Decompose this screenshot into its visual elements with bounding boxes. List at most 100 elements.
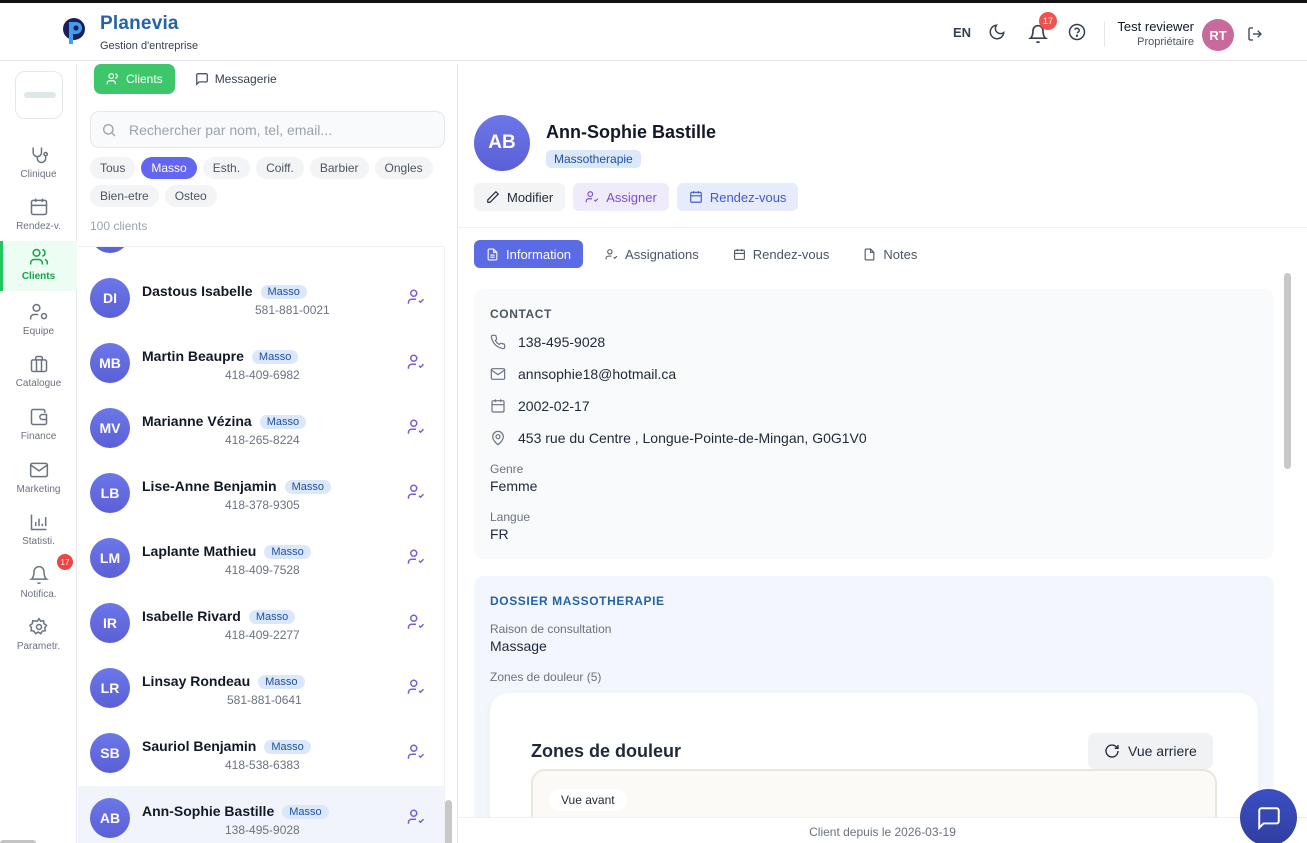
stethoscope-icon xyxy=(31,147,48,164)
filter-bien-etre[interactable]: Bien-etre xyxy=(90,185,159,207)
calendar-icon xyxy=(491,399,505,413)
nav-label: Parametr. xyxy=(16,641,61,652)
assign-user-icon[interactable] xyxy=(407,678,425,696)
client-phone: 418-409-7528 xyxy=(225,563,300,577)
tab-assignations[interactable]: Assignations xyxy=(593,240,711,268)
nav-item-equipe[interactable]: Equipe xyxy=(0,296,77,346)
filter-osteo[interactable]: Osteo xyxy=(164,185,217,207)
edit-button[interactable]: Modifier xyxy=(474,183,566,211)
rear-view-label: Vue arriere xyxy=(1128,743,1197,759)
list-scrollbar[interactable] xyxy=(445,800,452,843)
assign-user-icon[interactable] xyxy=(407,418,425,436)
assign-user-icon[interactable] xyxy=(407,808,425,826)
note-icon xyxy=(865,248,875,260)
nav-item-marketing[interactable]: Marketing xyxy=(0,454,77,504)
filter-esth[interactable]: Esth. xyxy=(202,157,251,179)
organization-logo[interactable] xyxy=(15,71,63,119)
tab-messagerie[interactable]: Messagerie xyxy=(183,64,289,94)
nav-item-finance[interactable]: Finance xyxy=(0,401,77,451)
logout-icon[interactable] xyxy=(1247,26,1263,42)
client-name-text: Sauriol Benjamin xyxy=(142,738,257,754)
genre-value: Femme xyxy=(490,478,538,494)
list-item[interactable]: LM Laplante Mathieu Masso 418-409-7528 xyxy=(78,526,444,591)
list-item[interactable]: LB Lise-Anne Benjamin Masso 418-378-9305 xyxy=(78,461,444,526)
nav-item-statistiques[interactable]: Statisti. xyxy=(0,506,77,556)
assign-user-icon[interactable] xyxy=(407,353,425,371)
client-tag: Masso xyxy=(251,350,299,364)
client-name: Ann-Sophie Bastille Masso xyxy=(142,803,329,819)
client-phone: 581-881-0641 xyxy=(227,693,302,707)
filter-masso[interactable]: Masso xyxy=(141,157,197,179)
client-tag: Masso xyxy=(248,610,296,624)
list-item[interactable]: SB Sauriol Benjamin Masso 418-538-6383 xyxy=(78,721,444,786)
nav-item-clinique[interactable]: Clinique xyxy=(0,139,77,189)
language-toggle[interactable]: EN xyxy=(953,25,971,40)
list-item[interactable]: MV Marianne Vézina Masso 418-265-8224 xyxy=(78,396,444,461)
contact-phone: 138-495-9028 xyxy=(518,334,606,350)
filter-barbier[interactable]: Barbier xyxy=(309,157,369,179)
filter-ongles[interactable]: Ongles xyxy=(374,157,433,179)
nav-item-parametres[interactable]: Parametr. xyxy=(0,611,77,661)
organization-logo-mark xyxy=(24,92,56,98)
tab-label: Information xyxy=(506,246,572,262)
nav-item-catalogue[interactable]: Catalogue xyxy=(0,348,77,398)
client-name: Martin Beaupre Masso xyxy=(142,348,299,364)
list-item[interactable]: LR Linsay Rondeau Masso 581-881-0641 xyxy=(78,656,444,721)
assign-user-icon[interactable] xyxy=(407,743,425,761)
edit-button-label: Modifier xyxy=(507,189,554,205)
filter-coiff[interactable]: Coiff. xyxy=(256,157,304,179)
help-icon[interactable] xyxy=(1068,23,1086,41)
nav-item-clients[interactable]: Clients xyxy=(0,241,77,291)
nav-label: Rendez-v. xyxy=(16,221,61,232)
search-input[interactable] xyxy=(129,121,429,138)
assign-button[interactable]: Assigner xyxy=(573,183,669,211)
list-item[interactable]: IR Isabelle Rivard Masso 418-409-2277 xyxy=(78,591,444,656)
list-item[interactable]: DI Dastous Isabelle Masso 581-881-0021 xyxy=(78,266,444,331)
search-icon xyxy=(103,123,116,136)
rear-view-button[interactable]: Vue arriere xyxy=(1088,733,1213,769)
assign-user-icon[interactable] xyxy=(407,288,425,306)
assign-user-icon[interactable] xyxy=(407,548,425,566)
list-item-partial[interactable] xyxy=(78,247,444,256)
search-box[interactable] xyxy=(90,111,445,148)
tab-rendez-vous[interactable]: Rendez-vous xyxy=(721,240,842,268)
user-role: Propriétaire xyxy=(1137,36,1194,48)
client-tag: Masso xyxy=(284,480,331,494)
nav-label: Statisti. xyxy=(22,536,55,547)
client-category-badge: Massotherapie xyxy=(546,150,641,168)
nav-item-rendez-vous[interactable]: Rendez-v. xyxy=(0,191,77,241)
list-item[interactable]: MB Martin Beaupre Masso 418-409-6982 xyxy=(78,331,444,396)
assign-user-icon[interactable] xyxy=(407,483,425,501)
tab-notes[interactable]: Notes xyxy=(851,240,929,268)
moon-icon[interactable] xyxy=(988,23,1006,41)
tab-label: Notes xyxy=(883,246,918,262)
list-item-selected[interactable]: AB Ann-Sophie Bastille Masso 138-495-9028 xyxy=(78,786,444,843)
file-text-icon xyxy=(487,248,498,260)
assign-user-icon[interactable] xyxy=(407,613,425,631)
client-name-text: Isabelle Rivard xyxy=(142,608,241,624)
header-divider xyxy=(1104,21,1105,47)
appointment-button[interactable]: Rendez-vous xyxy=(676,183,799,211)
tab-information[interactable]: Information xyxy=(474,240,584,268)
user-avatar[interactable]: RT xyxy=(1202,19,1234,51)
list-scroll-track xyxy=(444,246,445,843)
notification-count-badge: 17 xyxy=(1039,12,1057,30)
tab-clients[interactable]: Clients xyxy=(94,64,175,94)
assign-user-icon xyxy=(605,248,618,259)
client-name: Sauriol Benjamin Masso xyxy=(142,738,311,754)
nav-label: Equipe xyxy=(22,326,55,337)
tab-label: Rendez-vous xyxy=(752,246,830,262)
detail-scrollbar[interactable] xyxy=(1284,273,1291,469)
team-gear-icon xyxy=(29,303,47,320)
mail-icon xyxy=(490,368,506,380)
client-tag: Masso xyxy=(260,285,307,299)
wallet-icon xyxy=(30,408,47,426)
avatar: MV xyxy=(90,408,130,448)
chat-button[interactable] xyxy=(1240,789,1297,843)
avatar: IR xyxy=(90,603,130,643)
client-name: Isabelle Rivard Masso xyxy=(142,608,296,624)
filter-tous[interactable]: Tous xyxy=(90,157,136,179)
nav-item-notifications[interactable]: Notifica. 17 xyxy=(0,554,77,609)
brand[interactable]: Planevia Gestion d'entreprise xyxy=(100,13,198,52)
client-name: Laplante Mathieu Masso xyxy=(142,543,311,559)
